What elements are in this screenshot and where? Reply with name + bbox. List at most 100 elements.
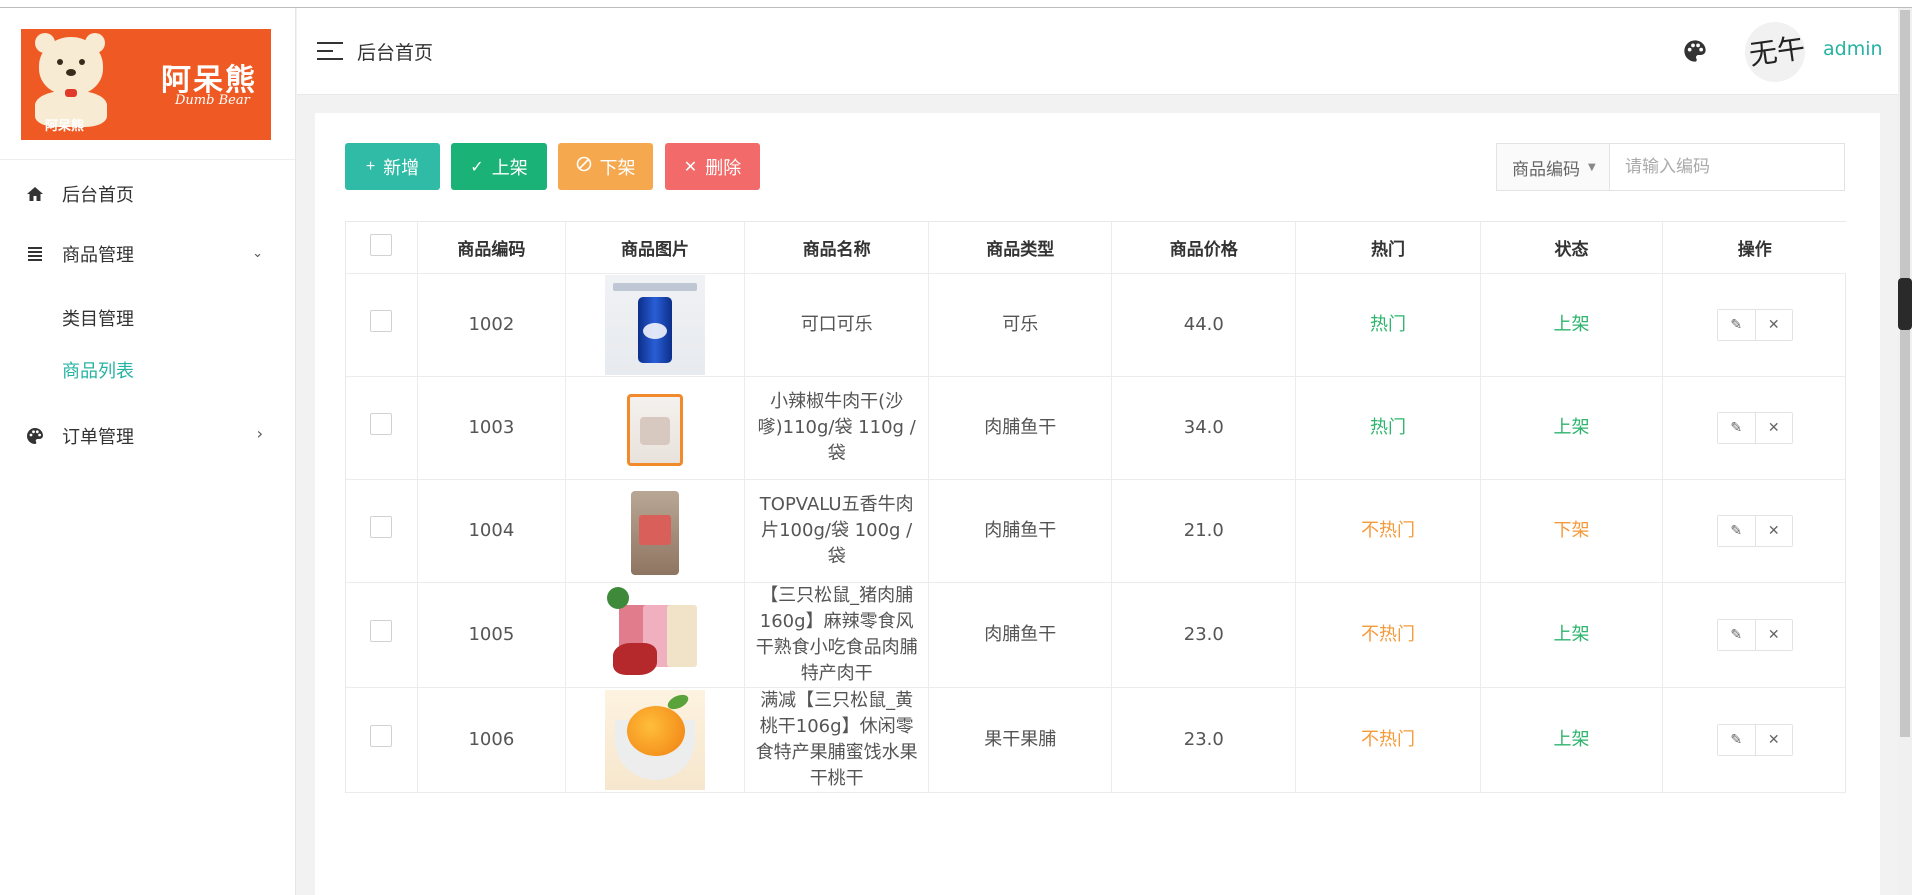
product-name: 小辣椒牛肉干(沙嗲)110g/袋 110g / 袋: [744, 376, 930, 480]
row-select-cell: [346, 687, 418, 793]
delete-row-icon[interactable]: ✕: [1754, 619, 1792, 650]
bear-head: [39, 37, 103, 95]
bear-bow: [65, 89, 77, 97]
search-field-select[interactable]: 商品编码 ▼: [1497, 144, 1610, 190]
product-image[interactable]: [604, 377, 705, 478]
product-price: 44.0: [1111, 273, 1297, 377]
avatar-calligraphy: 无午: [1747, 31, 1805, 72]
delete-row-icon[interactable]: ✕: [1754, 309, 1792, 340]
product-image[interactable]: [604, 480, 705, 581]
menu-toggle-icon[interactable]: [317, 42, 343, 60]
edit-icon[interactable]: ✎: [1717, 515, 1755, 546]
product-image-cell: [565, 376, 746, 480]
page-scrollbar-thumb[interactable]: [1900, 10, 1910, 737]
column-header[interactable]: 商品名称: [744, 222, 930, 274]
hot-status: 不热门: [1295, 582, 1481, 688]
product-image[interactable]: [604, 689, 705, 790]
row-checkbox[interactable]: [370, 412, 393, 435]
delete-row-icon[interactable]: ✕: [1754, 515, 1792, 546]
home-icon: [24, 183, 46, 205]
product-code: 1003: [417, 376, 566, 480]
column-header[interactable]: 操作: [1662, 222, 1846, 274]
row-checkbox[interactable]: [370, 619, 393, 642]
product-submenu: 类目管理 商品列表: [0, 284, 295, 406]
sidebar-item-order-management[interactable]: 订单管理 ›: [0, 406, 295, 466]
column-header[interactable]: 热门: [1295, 222, 1481, 274]
product-type: 肉脯鱼干: [928, 582, 1113, 688]
add-button-label: 新增: [383, 157, 420, 178]
product-image-cell: [565, 479, 746, 583]
edit-icon[interactable]: ✎: [1717, 412, 1755, 443]
avatar[interactable]: 无午: [1745, 22, 1805, 82]
table-header-row: 商品编码 商品图片 商品名称 商品类型 商品价格 热门 状态 操作: [346, 222, 1846, 274]
product-image-cell: [565, 582, 746, 688]
row-select-cell: [346, 582, 418, 688]
plus-icon: +: [365, 157, 376, 175]
delete-button[interactable]: ✕ 删除: [665, 143, 760, 190]
sidebar-item-label: 订单管理: [62, 427, 134, 448]
publish-button-label: 上架: [491, 157, 528, 178]
column-header[interactable]: 商品图片: [565, 222, 746, 274]
delete-row-icon[interactable]: ✕: [1754, 724, 1792, 755]
list-icon: [24, 243, 46, 265]
caret-down-icon: ▼: [1588, 161, 1596, 173]
theme-palette-icon[interactable]: [1683, 39, 1707, 63]
edit-icon[interactable]: ✎: [1717, 309, 1755, 340]
search-input[interactable]: [1610, 144, 1844, 190]
actions-cell: ✎ ✕: [1662, 582, 1846, 688]
row-select-cell: [346, 376, 418, 480]
product-code: 1004: [417, 479, 566, 583]
column-header[interactable]: 商品价格: [1111, 222, 1297, 274]
hot-status: 热门: [1295, 273, 1481, 377]
table-row: 1006 满减【三只松鼠_黄桃干106g】休闲零食特产果脯蜜饯水果干桃干 果干果…: [346, 687, 1846, 793]
edit-icon[interactable]: ✎: [1717, 724, 1755, 755]
sidebar: 阿呆熊 Dumb Bear 阿呆熊 后台首页 商品管理 ⌄ 类目管理 商品列表 …: [0, 8, 296, 895]
product-code: 1006: [417, 687, 566, 793]
column-header[interactable]: 商品类型: [928, 222, 1113, 274]
sale-status: 上架: [1480, 687, 1664, 793]
edit-icon[interactable]: ✎: [1717, 619, 1755, 650]
column-header[interactable]: 状态: [1480, 222, 1664, 274]
publish-button[interactable]: ✓ 上架: [451, 143, 547, 190]
row-checkbox[interactable]: [370, 515, 393, 538]
username-link[interactable]: admin: [1823, 38, 1883, 60]
ban-icon: [576, 156, 592, 177]
product-price: 23.0: [1111, 582, 1297, 688]
select-all-cell: [346, 222, 418, 274]
product-image[interactable]: [604, 584, 705, 685]
product-image[interactable]: [604, 274, 705, 375]
product-price: 23.0: [1111, 687, 1297, 793]
select-all-checkbox[interactable]: [370, 233, 393, 256]
sidebar-item-product-list[interactable]: 商品列表: [0, 344, 295, 396]
row-actions: ✎ ✕: [1716, 618, 1793, 651]
actions-cell: ✎ ✕: [1662, 273, 1846, 377]
side-drag-handle[interactable]: [1898, 278, 1912, 330]
sale-status: 上架: [1480, 273, 1664, 377]
chevron-down-icon: ⌄: [252, 246, 263, 261]
sidebar-menu: 后台首页 商品管理 ⌄ 类目管理 商品列表 订单管理 ›: [0, 160, 295, 466]
row-checkbox[interactable]: [370, 309, 393, 332]
delete-row-icon[interactable]: ✕: [1754, 412, 1792, 443]
row-actions: ✎ ✕: [1716, 514, 1793, 547]
product-price: 21.0: [1111, 479, 1297, 583]
sidebar-item-dashboard[interactable]: 后台首页: [0, 164, 295, 224]
sidebar-item-product-management[interactable]: 商品管理 ⌄: [0, 224, 295, 284]
table-row: 1003 小辣椒牛肉干(沙嗲)110g/袋 110g / 袋 肉脯鱼干 34.0…: [346, 376, 1846, 480]
unpublish-button[interactable]: 下架: [558, 143, 653, 190]
add-button[interactable]: + 新增: [345, 143, 440, 190]
row-actions: ✎ ✕: [1716, 723, 1793, 756]
actions-cell: ✎ ✕: [1662, 479, 1846, 583]
brand-logo[interactable]: 阿呆熊 Dumb Bear 阿呆熊: [21, 29, 271, 140]
actions-cell: ✎ ✕: [1662, 687, 1846, 793]
product-image-cell: [565, 687, 746, 793]
actions-cell: ✎ ✕: [1662, 376, 1846, 480]
logo-brand-en: Dumb Bear: [175, 93, 250, 108]
sidebar-item-category-management[interactable]: 类目管理: [0, 292, 295, 344]
column-header[interactable]: 商品编码: [417, 222, 566, 274]
product-type: 果干果脯: [928, 687, 1113, 793]
product-code: 1002: [417, 273, 566, 377]
product-type: 肉脯鱼干: [928, 376, 1113, 480]
breadcrumb[interactable]: 后台首页: [357, 38, 433, 65]
row-checkbox[interactable]: [370, 724, 393, 747]
hot-status: 不热门: [1295, 687, 1481, 793]
